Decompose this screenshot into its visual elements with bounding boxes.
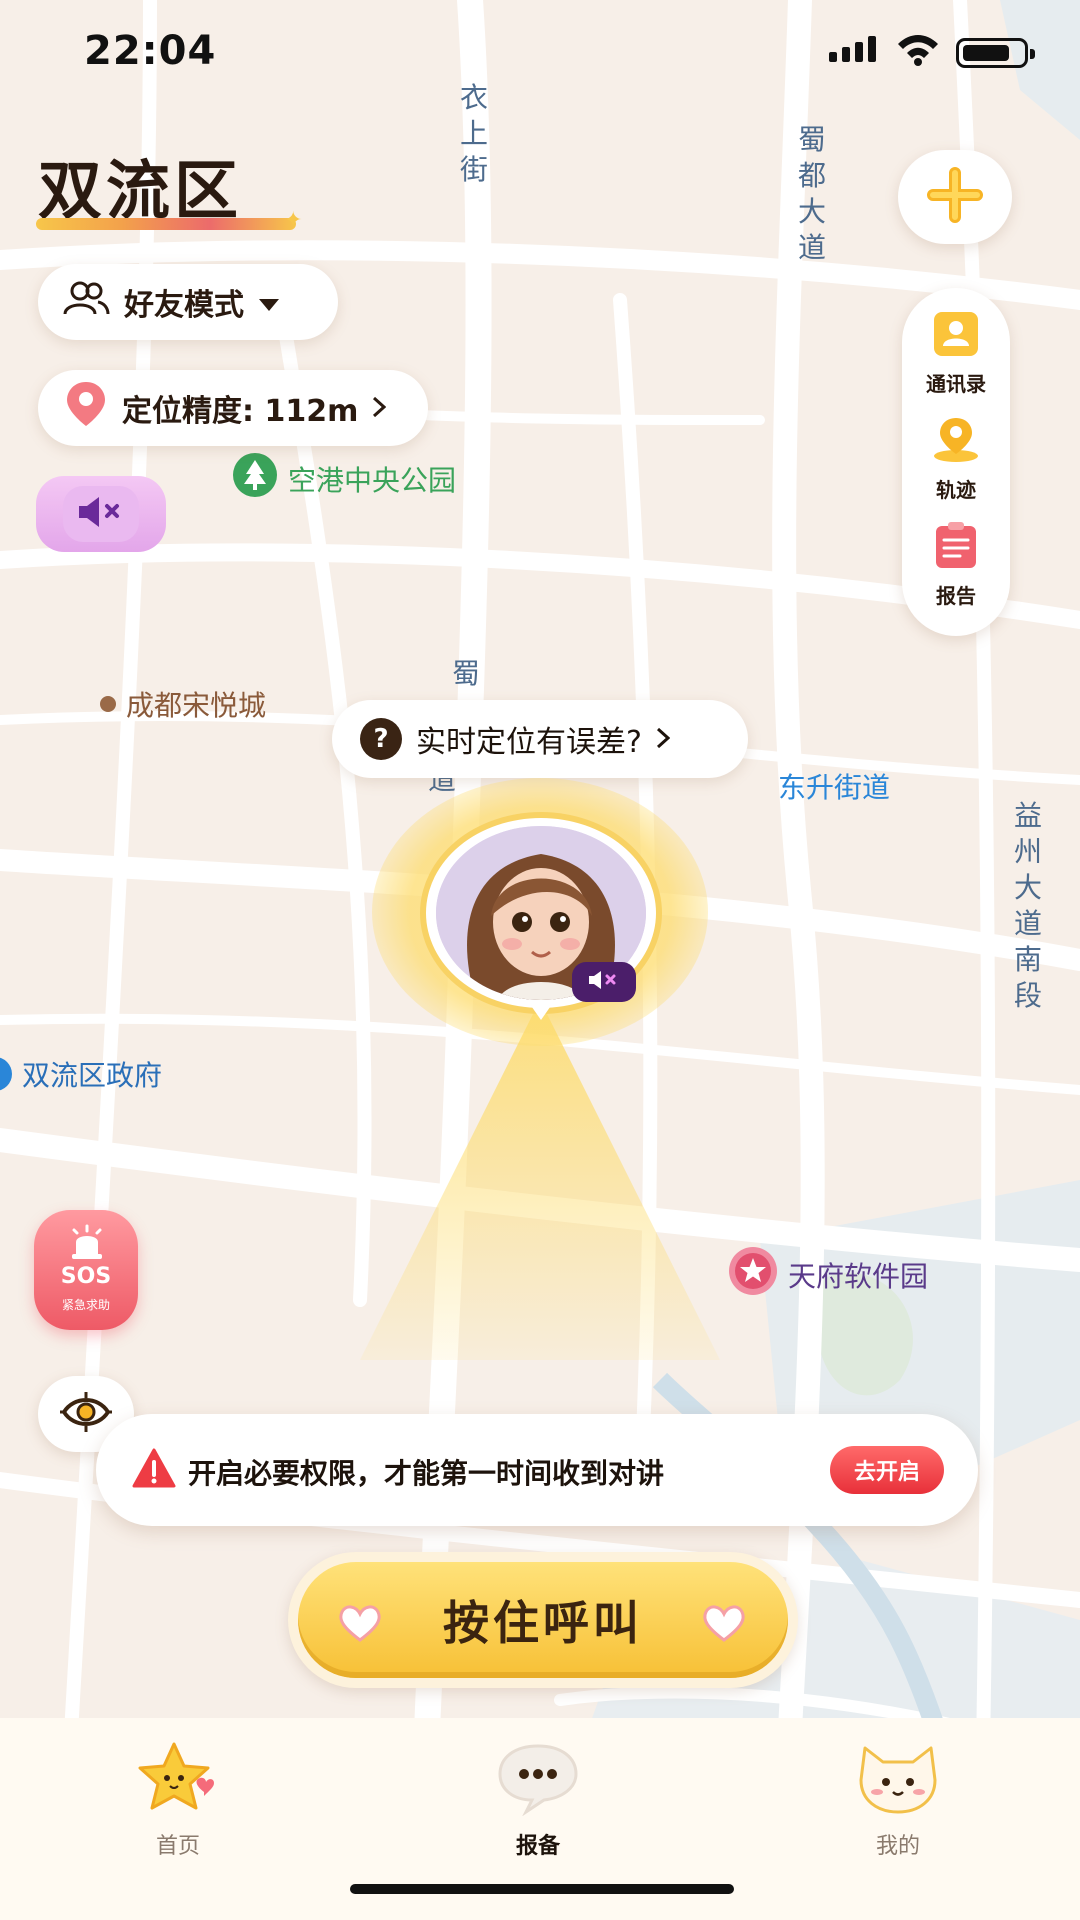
poi-subdistrict-label: 东升街道 [778,771,891,804]
heart-icon [700,1604,748,1646]
nav-home[interactable]: 首页 [108,1740,248,1860]
nav-report[interactable]: 报备 [468,1740,608,1860]
poi-software-park-label: 天府软件园 [788,1259,929,1293]
cat-face-icon [853,1746,943,1820]
friends-icon [62,280,110,324]
status-time: 22:04 [84,28,217,74]
add-friend-button[interactable] [898,150,1012,244]
road-shudu: 蜀都大道 [797,123,826,264]
heart-icon [336,1604,384,1646]
sos-subtitle: 紧急求助 [61,1298,110,1312]
poi-mall-label: 成都宋悦城 [126,689,267,722]
cellular-signal-icon [829,36,876,62]
mode-label: 好友模式 [124,288,244,323]
location-pin-icon [64,380,108,436]
road-middle: 蜀 [451,657,480,690]
poi-park[interactable]: 空港中央公园 [232,452,456,505]
tree-icon [232,452,278,505]
wifi-icon [896,32,940,70]
chevron-right-icon [656,722,671,757]
accuracy-label: 定位精度: 112m [122,394,359,429]
mute-toggle-button[interactable] [36,476,166,552]
warning-icon [132,1448,176,1492]
track-pin-icon [930,416,982,464]
status-bar: 22:04 [0,0,1080,100]
nav-report-label: 报备 [515,1834,560,1859]
star-pin-icon [728,1246,778,1303]
speaker-muted-icon [587,969,621,995]
tool-track[interactable]: 轨迹 [902,416,1010,503]
plus-icon [927,167,983,227]
home-indicator [350,1884,734,1894]
sparkle-icon: ✦ [284,208,303,233]
permission-message: 开启必要权限，才能第一时间收到对讲 [188,1457,665,1490]
location-accuracy-button[interactable]: 定位精度: 112m [38,370,428,446]
speaker-muted-icon [77,495,125,533]
tool-report[interactable]: 报告 [902,522,1010,609]
mode-selector[interactable]: 好友模式 [38,264,338,340]
caret-down-icon [258,285,280,320]
poi-government[interactable]: 双流区政府 [0,1054,162,1094]
star-face-icon [130,1742,226,1820]
question-icon: ? [360,718,402,760]
location-hint-label: 实时定位有误差? [416,725,642,760]
nav-profile-label: 我的 [875,1834,920,1859]
poi-park-label: 空港中央公园 [288,463,457,497]
clipboard-icon [930,522,982,570]
chat-bubble-icon [496,1744,580,1820]
poi-software-park[interactable]: 天府软件园 [728,1246,928,1303]
title-underline [36,218,296,230]
road-yizhou: 益州大道南段 [1013,799,1042,1012]
sos-button[interactable]: SOS 紧急求助 [34,1210,138,1330]
poi-government-label: 双流区政府 [22,1059,163,1092]
tool-panel: 通讯录 轨迹 报告 [902,288,1010,636]
location-error-hint[interactable]: ? 实时定位有误差? [332,700,748,778]
tool-contacts[interactable]: 通讯录 [902,310,1010,397]
alarm-bell-icon [68,1224,106,1266]
crosshair-eye-icon [60,1392,112,1436]
battery-icon [956,38,1035,68]
tool-track-label: 轨迹 [936,478,976,502]
poi-mall[interactable]: 成都宋悦城 [100,684,266,724]
permission-banner: 开启必要权限，才能第一时间收到对讲 去开启 [96,1414,978,1526]
avatar-muted-badge [572,962,636,1002]
sos-title: SOS [60,1264,112,1289]
tool-report-label: 报告 [936,584,976,608]
chevron-right-icon [372,391,387,426]
poi-subdistrict: 东升街道 [778,766,890,806]
dot-icon [100,696,116,712]
nav-home-label: 首页 [155,1834,200,1859]
nav-profile[interactable]: 我的 [828,1740,968,1860]
enable-permission-button[interactable]: 去开启 [830,1446,944,1494]
contacts-icon [930,310,982,358]
tool-contacts-label: 通讯录 [926,372,986,396]
gov-pin-icon [0,1057,12,1091]
